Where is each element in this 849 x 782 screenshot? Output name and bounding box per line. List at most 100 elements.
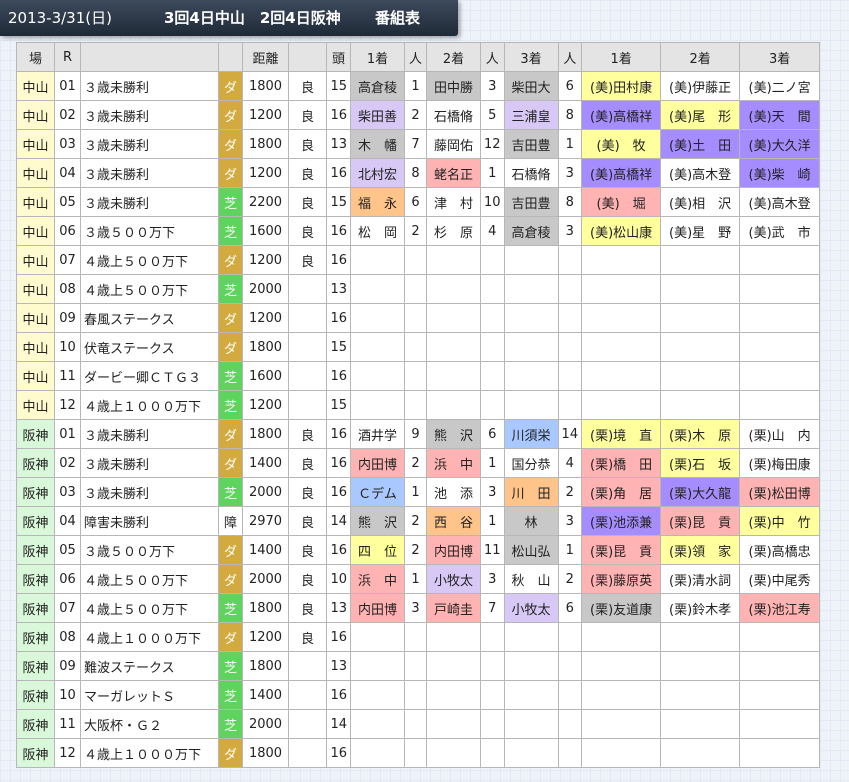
cell-distance: 1800 [242, 651, 289, 681]
cell-empty-result [350, 332, 405, 362]
cell-race-name: ４歳上５００万下 [80, 564, 219, 594]
cell-pop-second: 10 [480, 187, 505, 217]
table-row[interactable]: 阪神 10 マーガレットＳ 芝 1400 16 [16, 680, 821, 710]
cell-pop-first: 9 [404, 419, 427, 449]
cell-jockey-third: 柴田大 [503, 71, 559, 101]
cell-jockey-second: 浜 中 [426, 448, 481, 478]
cell-distance: 2000 [242, 274, 289, 304]
cell-venue: 中山 [16, 390, 55, 420]
cell-jockey-first: 松 岡 [350, 216, 405, 246]
cell-trainer-first: (栗)境 直 [581, 419, 662, 449]
cell-empty-result [404, 651, 427, 681]
cell-distance: 1600 [242, 361, 289, 391]
cell-pop-first: 1 [404, 71, 427, 101]
cell-race-name: マーガレットＳ [80, 680, 219, 710]
cell-jockey-third: 国分恭 [503, 448, 559, 478]
cell-race-name: ３歳未勝利 [80, 477, 219, 507]
cell-trainer-first: (栗)角 居 [581, 477, 662, 507]
cell-empty-result [503, 332, 559, 362]
cell-empty-result [739, 651, 821, 681]
cell-empty-result [350, 738, 405, 768]
table-row[interactable]: 阪神 05 ３歳５００万下ダ 1400 良 16 四 位 2 内田博 11 松山弘 1 (栗)昆 貢 (栗… [16, 535, 821, 565]
cell-empty-result [426, 361, 481, 391]
table-row[interactable]: 阪神 11 大阪杯・Ｇ２ 芝 2000 14 [16, 709, 821, 739]
table-row[interactable]: 中山 12 ４歳上１０００万下芝 1200 15 [16, 390, 821, 420]
cell-empty-result [739, 361, 821, 391]
cell-heads: 16 [326, 245, 351, 275]
cell-distance: 2000 [242, 564, 289, 594]
cell-jockey-second: 池 添 [426, 477, 481, 507]
cell-venue: 阪神 [16, 419, 55, 449]
table-row[interactable]: 中山 07 ４歳上５００万下ダ 1200 良 16 [16, 245, 821, 275]
table-row[interactable]: 中山 09 春風ステークスダ 1200 16 [16, 303, 821, 333]
table-row[interactable]: 阪神 12 ４歳上１０００万下ダ 1800 16 [16, 738, 821, 768]
cell-race-no: 11 [54, 709, 81, 739]
table-row[interactable]: 中山 06 ３歳５００万下芝 1600 良 16 松 岡2杉 原 4 高倉稜 3 (美)松山康 (美)… [16, 216, 821, 246]
cell-trainer-second: (美)相 沢 [660, 187, 741, 217]
table-row[interactable]: 阪神 09 難波ステークス芝 1800 13 [16, 651, 821, 681]
cell-empty-result [739, 390, 821, 420]
cell-trainer-second: (栗)木 原 [660, 419, 741, 449]
table-row[interactable]: 中山 10 伏竜ステークスダ 1800 15 [16, 332, 821, 362]
cell-heads: 15 [326, 71, 351, 101]
cell-empty-result [581, 709, 662, 739]
cell-condition [288, 651, 327, 681]
cell-trainer-first: (美)松山康 [581, 216, 662, 246]
cell-surface: 芝 [218, 361, 243, 391]
cell-surface: 芝 [218, 593, 243, 623]
cell-surface: ダ [218, 622, 243, 652]
cell-race-no: 08 [54, 274, 81, 304]
cell-venue: 阪神 [16, 506, 55, 536]
cell-empty-result [480, 332, 505, 362]
cell-pop-second: 3 [480, 71, 505, 101]
cell-empty-result [404, 680, 427, 710]
cell-surface: ダ [218, 535, 243, 565]
cell-condition: 良 [288, 622, 327, 652]
cell-empty-result [480, 361, 505, 391]
table-row[interactable]: 阪神 02 ３歳未勝利ダ 1400 良 16 内田博 2 浜 中 1 国分恭 4 (栗)橋 田 (栗)石 … [16, 448, 821, 478]
cell-race-no: 03 [54, 477, 81, 507]
table-row[interactable]: 中山 11 ダービー卿ＣＴＧ３ 芝 1600 16 [16, 361, 821, 391]
cell-venue: 阪神 [16, 738, 55, 768]
table-row[interactable]: 中山 08 ４歳上５００万下芝 2000 13 [16, 274, 821, 304]
cell-jockey-third: 林 [503, 506, 559, 536]
cell-venue: 中山 [16, 216, 55, 246]
cell-trainer-first: (栗)友道康 [581, 593, 662, 623]
cell-jockey-first: 四 位 [350, 535, 405, 565]
table-row[interactable]: 阪神 08 ４歳上１０００万下ダ 1200 良 16 [16, 622, 821, 652]
cell-empty-result [404, 622, 427, 652]
col-trainer-first: 1着 [581, 42, 662, 72]
table-row[interactable]: 中山 03 ３歳未勝利ダ 1800 良 13 木 幡 7 藤岡佑 12 吉田豊 1 (美) 牧 (美)土 … [16, 129, 821, 159]
cell-venue: 阪神 [16, 622, 55, 652]
table-row[interactable]: 中山 05 ３歳未勝利芝 2200 良 15 福 永6津 村 10 吉田豊 8 (美) 堀 (美)相 … [16, 187, 821, 217]
cell-pop-third: 1 [557, 129, 583, 159]
cell-venue: 阪神 [16, 680, 55, 710]
table-row[interactable]: 阪神 04 障害未勝利障 2970 良 14 熊 沢2西 谷 1 林 3 (栗)池添兼 (栗)昆 貢(… [16, 506, 821, 536]
cell-distance: 1800 [242, 738, 289, 768]
cell-pop-second: 7 [480, 593, 505, 623]
table-row[interactable]: 中山 04 ３歳未勝利ダ 1200 良 16 北村宏 8 蛯名正 1 石橋脩 3 (美)高橋祥 (美)高木… [16, 158, 821, 188]
table-row[interactable]: 阪神 06 ４歳上５００万下ダ 2000 良 10 浜 中 1 小牧太 3 秋 山 2 (栗)藤原英 (栗… [16, 564, 821, 594]
cell-jockey-second: 田中勝 [426, 71, 481, 101]
cell-venue: 阪神 [16, 448, 55, 478]
cell-empty-result [426, 651, 481, 681]
cell-heads: 15 [326, 187, 351, 217]
col-first-pop: 人 [404, 42, 427, 72]
cell-empty-result [404, 332, 427, 362]
cell-empty-result [480, 245, 505, 275]
table-row[interactable]: 阪神 07 ４歳上５００万下芝 1800 良 13 内田博 3 戸崎圭 7 小牧太 6 (栗)友道康 (栗… [16, 593, 821, 623]
cell-empty-result [557, 361, 583, 391]
table-row[interactable]: 阪神 01 ３歳未勝利ダ 1800 良 16 酒井学 9 熊 沢 6 川須栄 14 (栗)境 直 (栗)木… [16, 419, 821, 449]
cell-venue: 阪神 [16, 709, 55, 739]
cell-empty-result [739, 738, 821, 768]
cell-condition [288, 738, 327, 768]
table-row[interactable]: 中山 01 ３歳未勝利ダ 1800 良 15 高倉稜 1 田中勝 3 柴田大 6 (美)田村康 (美)伊藤… [16, 71, 821, 101]
cell-surface: ダ [218, 100, 243, 130]
table-row[interactable]: 阪神 03 ３歳未勝利芝 2000 良 16 Ｃデム 1 池 添3川 田 2 (栗)角 居 (栗)大久… [16, 477, 821, 507]
cell-race-name: ３歳未勝利 [80, 71, 219, 101]
cell-venue: 中山 [16, 71, 55, 101]
table-row[interactable]: 中山 02 ３歳未勝利ダ 1200 良 16 柴田善 2 石橋脩 5 三浦皇 8 (美)高橋祥 (美)尾 … [16, 100, 821, 130]
cell-surface: 芝 [218, 187, 243, 217]
cell-pop-first: 2 [404, 216, 427, 246]
cell-pop-third: 4 [557, 448, 583, 478]
